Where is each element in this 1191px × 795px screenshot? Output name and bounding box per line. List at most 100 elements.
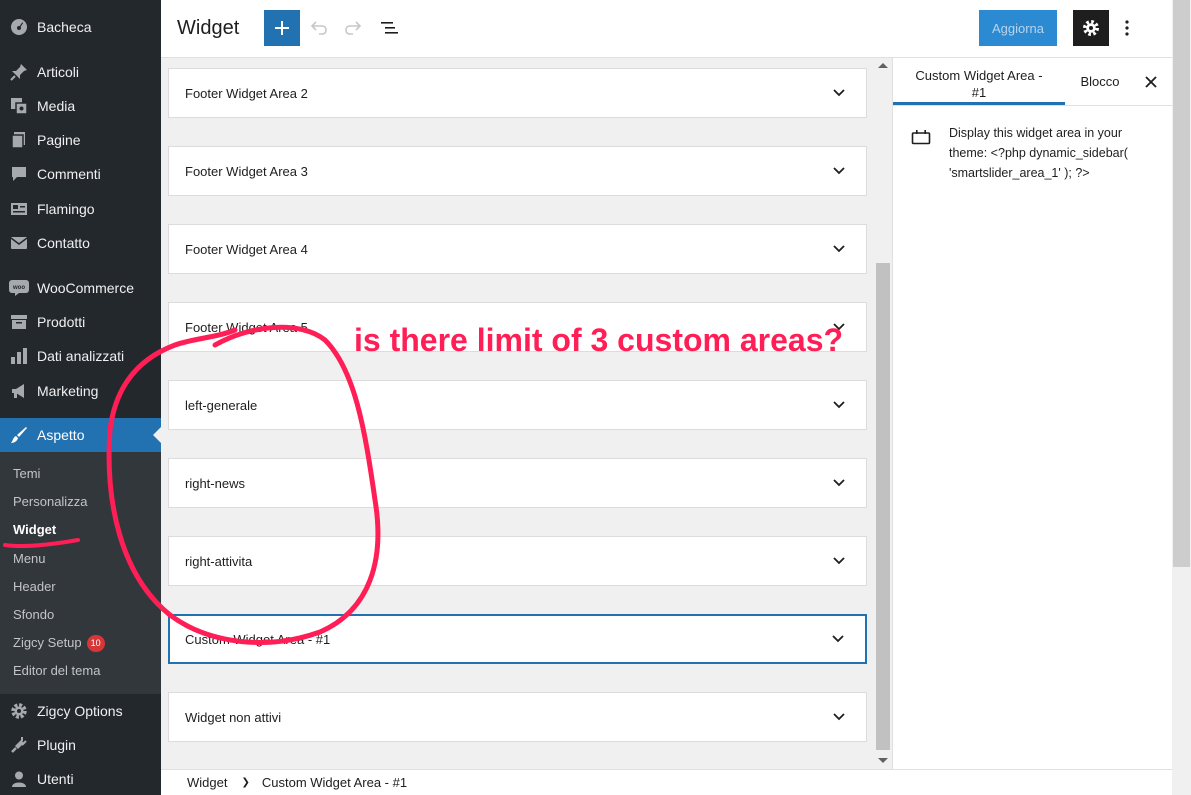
close-sidebar-button[interactable] xyxy=(1141,72,1161,92)
menu-item-contatto[interactable]: Contatto xyxy=(0,226,161,260)
widget-area-footer-4[interactable]: Footer Widget Area 4 xyxy=(168,224,867,274)
user-icon xyxy=(9,769,29,789)
widget-area-title: right-news xyxy=(185,475,245,491)
list-view-button[interactable] xyxy=(375,13,405,43)
tab-label-line2: #1 xyxy=(971,85,987,100)
page-scrollbar[interactable] xyxy=(1172,0,1191,795)
breadcrumb: Widget ❯ Custom Widget Area - #1 xyxy=(161,769,1172,795)
submenu-item-widget[interactable]: Widget xyxy=(13,520,56,540)
tabs-divider xyxy=(893,105,1173,106)
chevron-down-icon[interactable] xyxy=(831,634,845,644)
menu-item-prodotti[interactable]: Prodotti xyxy=(0,305,161,339)
widget-area-right-news[interactable]: right-news xyxy=(168,458,867,508)
flamingo-icon xyxy=(9,199,29,219)
chevron-right-icon: ❯ xyxy=(241,777,250,788)
chevron-down-icon[interactable] xyxy=(832,88,846,98)
page-title: Widget xyxy=(177,17,240,39)
widget-area-title: Custom Widget Area - #1 xyxy=(185,631,331,647)
submenu-item-temi[interactable]: Temi xyxy=(13,464,40,484)
menu-item-aspetto[interactable]: Aspetto xyxy=(0,418,161,452)
chevron-down-icon[interactable] xyxy=(832,166,846,176)
scroll-thumb[interactable] xyxy=(876,263,890,750)
widget-area-custom-1[interactable]: Custom Widget Area - #1 xyxy=(168,614,867,664)
admin-sidebar: Bacheca Articoli Media Pagine Commenti F… xyxy=(0,0,161,795)
chevron-down-icon[interactable] xyxy=(832,400,846,410)
widget-area-right-attivita[interactable]: right-attivita xyxy=(168,536,867,586)
content-scrollbar[interactable] xyxy=(874,58,892,769)
undo-button[interactable] xyxy=(304,13,334,43)
mail-icon xyxy=(9,233,29,253)
widget-area-icon xyxy=(911,130,931,145)
menu-item-label: Media xyxy=(37,98,76,114)
settings-sidebar: Custom Widget Area - #1 Blocco Display t… xyxy=(892,58,1173,769)
widget-area-title: Widget non attivi xyxy=(185,709,282,725)
gear-icon xyxy=(1082,19,1100,37)
widget-area-title: Footer Widget Area 2 xyxy=(185,85,308,101)
brush-icon xyxy=(9,425,29,445)
submenu-item-zigcy-setup[interactable]: Zigcy Setup 10 xyxy=(13,633,105,653)
submenu-item-header[interactable]: Header xyxy=(13,577,56,597)
menu-item-utenti[interactable]: Utenti xyxy=(0,762,161,795)
menu-item-commenti[interactable]: Commenti xyxy=(0,157,161,191)
menu-item-pagine[interactable]: Pagine xyxy=(0,123,161,157)
breadcrumb-current[interactable]: Custom Widget Area - #1 xyxy=(262,775,407,790)
more-options-button[interactable] xyxy=(1117,13,1137,43)
chevron-down-icon[interactable] xyxy=(832,478,846,488)
tab-block[interactable]: Blocco xyxy=(1065,58,1135,105)
menu-item-label: Contatto xyxy=(37,235,90,251)
widget-area-footer-3[interactable]: Footer Widget Area 3 xyxy=(168,146,867,196)
dashboard-icon xyxy=(9,17,29,37)
menu-item-label: Commenti xyxy=(37,166,101,182)
chevron-down-icon[interactable] xyxy=(832,712,846,722)
menu-item-label: Utenti xyxy=(37,771,74,787)
menu-item-label: Aspetto xyxy=(37,427,85,443)
media-icon xyxy=(9,96,29,116)
widget-area-footer-2[interactable]: Footer Widget Area 2 xyxy=(168,68,867,118)
menu-item-media[interactable]: Media xyxy=(0,89,161,123)
page-scroll-thumb[interactable] xyxy=(1173,0,1190,567)
menu-item-plugin[interactable]: Plugin xyxy=(0,728,161,762)
widget-area-title: Footer Widget Area 3 xyxy=(185,163,308,179)
widget-area-inactive[interactable]: Widget non attivi xyxy=(168,692,867,742)
archive-icon xyxy=(9,312,29,332)
menu-item-woocommerce[interactable]: woo WooCommerce xyxy=(0,271,161,305)
submenu-item-personalizza[interactable]: Personalizza xyxy=(13,492,87,512)
menu-item-marketing[interactable]: Marketing xyxy=(0,374,161,408)
update-button[interactable]: Aggiorna xyxy=(979,10,1057,46)
widget-area-description: Display this widget area in your theme: … xyxy=(949,126,1128,180)
redo-icon xyxy=(345,21,362,35)
menu-item-bacheca[interactable]: Bacheca xyxy=(0,10,161,44)
scroll-down-arrow-icon[interactable] xyxy=(878,758,888,763)
chevron-down-icon[interactable] xyxy=(832,556,846,566)
menu-item-zigcy-options[interactable]: Zigcy Options xyxy=(0,694,161,728)
widget-area-left-generale[interactable]: left-generale xyxy=(168,380,867,430)
annotation-text: is there limit of 3 custom areas? xyxy=(354,322,844,358)
menu-item-label: Plugin xyxy=(37,737,76,753)
widget-area-title: Footer Widget Area 5 xyxy=(185,319,308,335)
scroll-up-arrow-icon[interactable] xyxy=(878,63,888,68)
menu-item-label: WooCommerce xyxy=(37,280,134,296)
plus-icon xyxy=(275,21,289,35)
svg-text:woo: woo xyxy=(12,285,25,291)
menu-item-dati-analizzati[interactable]: Dati analizzati xyxy=(0,339,161,373)
menu-item-label: Marketing xyxy=(37,383,99,399)
bar-chart-icon xyxy=(9,346,29,366)
menu-item-flamingo[interactable]: Flamingo xyxy=(0,192,161,226)
close-icon xyxy=(1145,76,1157,88)
settings-button[interactable] xyxy=(1073,10,1109,46)
chevron-down-icon[interactable] xyxy=(832,244,846,254)
submenu-item-menu[interactable]: Menu xyxy=(13,549,46,569)
tab-widget-area[interactable]: Custom Widget Area - #1 xyxy=(893,58,1065,105)
plugin-icon xyxy=(9,735,29,755)
add-block-button[interactable] xyxy=(264,10,300,46)
breadcrumb-root[interactable]: Widget xyxy=(187,775,227,790)
submenu-item-editor-del-tema[interactable]: Editor del tema xyxy=(13,661,100,681)
menu-item-articoli[interactable]: Articoli xyxy=(0,55,161,89)
redo-button[interactable] xyxy=(338,13,368,43)
submenu-item-label: Zigcy Setup xyxy=(13,635,82,650)
submenu-item-sfondo[interactable]: Sfondo xyxy=(13,605,54,625)
appearance-submenu: Temi Personalizza Widget Menu Header Sfo… xyxy=(0,452,161,694)
woocommerce-icon: woo xyxy=(9,278,29,298)
menu-item-label: Prodotti xyxy=(37,314,86,330)
editor-header: Widget Aggiorna xyxy=(161,0,1191,58)
